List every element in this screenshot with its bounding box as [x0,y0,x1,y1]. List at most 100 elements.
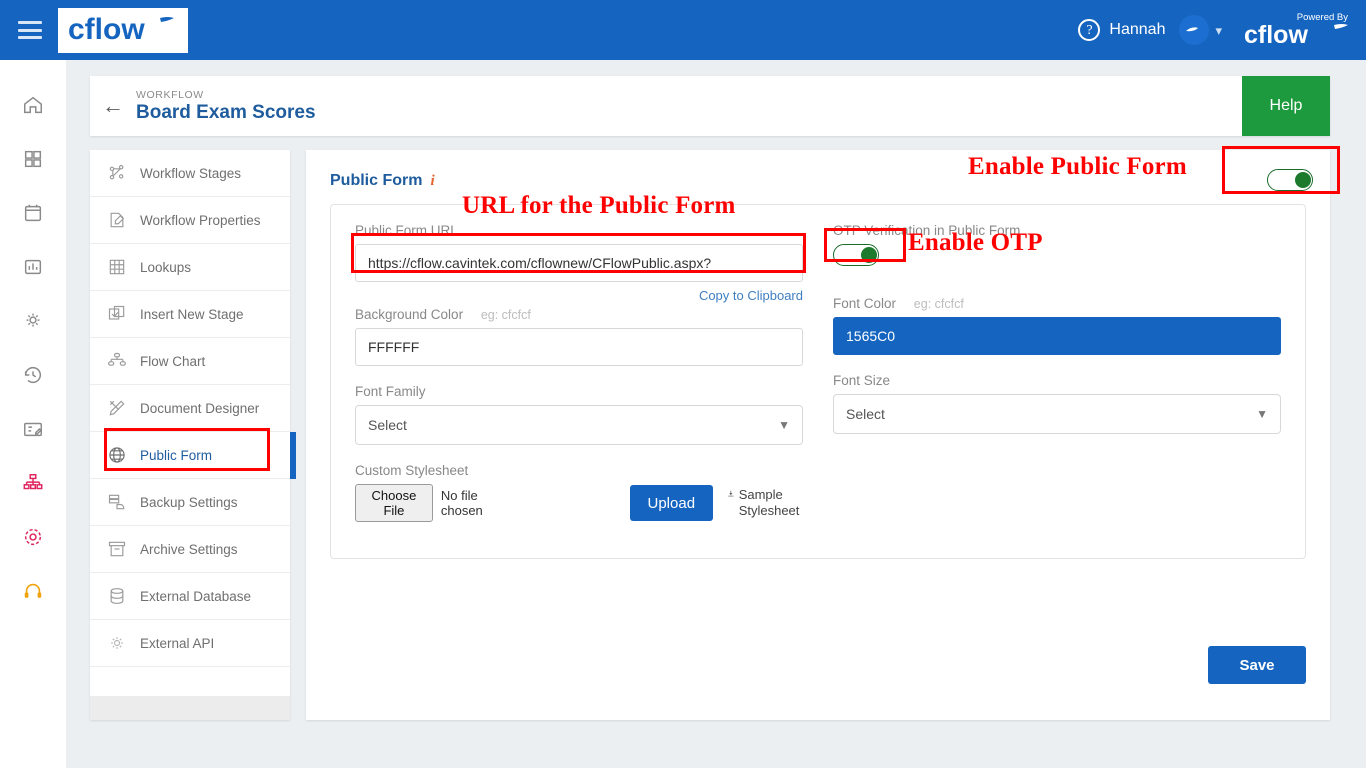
sidebar-item-external-database[interactable]: External Database [90,573,290,620]
backup-settings-icon [106,492,128,512]
sidebar-item-label: Lookups [140,259,192,275]
font-size-group: Font Size Select ▼ [833,373,1281,434]
sidebar-item-workflow-properties[interactable]: Workflow Properties [90,197,290,244]
gear-settings-icon [26,313,40,327]
content-row: Workflow Stages Workflow Properties Look… [90,150,1348,720]
hamburger-icon[interactable] [18,21,42,39]
help-circle-icon[interactable]: ? [1078,19,1101,41]
font-color-input[interactable] [833,317,1281,355]
rail-item-forms[interactable] [11,402,55,456]
rail-item-history[interactable] [11,348,55,402]
cflow-logo-mark: cflow [68,13,174,46]
cflow-logo[interactable]: cflow [58,7,188,53]
sidebar-item-label: External API [140,635,215,651]
sidebar-item-workflow-stages[interactable]: Workflow Stages [90,150,290,197]
sidebar-item-label: Document Designer [140,400,260,416]
help-button[interactable]: Help [1242,76,1330,136]
toggle-knob [1294,171,1311,188]
font-family-label: Font Family [355,384,426,399]
headset-support-icon [24,583,42,598]
sidebar-item-public-form[interactable]: Public Form [90,432,296,479]
no-file-chosen-label: No file chosen [440,488,483,518]
back-arrow-icon[interactable]: ← [90,95,136,117]
chevron-down-icon[interactable]: ▾ [1215,24,1222,37]
public-form-url-input[interactable] [355,244,803,282]
org-chart-icon [23,474,43,490]
custom-stylesheet-group: Custom Stylesheet Choose File No file ch… [355,463,803,522]
otp-verification-label: OTP Verification in Public Form [833,223,1021,238]
sidebar-item-external-api[interactable]: External API [90,620,290,667]
sidebar-item-lookups[interactable]: Lookups [90,244,290,291]
rail-item-target[interactable] [11,510,55,564]
avatar-icon [1181,17,1208,43]
sidebar-item-label: Flow Chart [140,353,206,369]
enable-public-form-toggle[interactable] [1267,169,1313,191]
workflow-header-card: ← WORKFLOW Board Exam Scores Help [90,76,1330,136]
rail-item-org-chart[interactable] [11,456,55,510]
active-accent-bar [290,432,296,479]
sidebar-item-document-designer[interactable]: Document Designer [90,385,290,432]
grid-apps-icon [24,150,42,168]
rail-item-support[interactable] [11,564,55,618]
sidebar-item-backup-settings[interactable]: Backup Settings [90,479,290,526]
public-form-url-label: Public Form URL [355,223,458,238]
font-family-select[interactable]: Select ▼ [355,405,803,445]
sidebar-item-label: Workflow Properties [140,212,261,228]
panel-title-group: Public Form i [330,172,1306,190]
panel-title: Public Form [330,172,423,189]
rail-item-apps[interactable] [11,132,55,186]
font-size-select[interactable]: Select ▼ [833,394,1281,434]
save-button[interactable]: Save [1208,646,1306,684]
toggle-knob [860,246,877,263]
sample-stylesheet-label: Sample Stylesheet [738,486,800,518]
font-color-label: Font Color [833,296,897,311]
font-color-hint: eg: cfcfcf [913,297,964,311]
page-title: Board Exam Scores [136,101,316,123]
sidebar-item-flow-chart[interactable]: Flow Chart [90,338,290,385]
background-color-label: Background Color [355,307,464,322]
sample-stylesheet-link[interactable]: Sample Stylesheet [727,487,803,520]
lookups-grid-icon [106,257,128,277]
sidebar-item-label: Workflow Stages [140,165,242,181]
globe-icon [106,445,128,465]
rail-item-calendar[interactable] [11,186,55,240]
header-right-group: ? Hannah ▾ Powered By cflow [1078,13,1366,47]
target-icon [24,528,42,546]
svg-text:cflow: cflow [1244,21,1308,47]
rail-item-home[interactable] [11,78,55,132]
background-color-input[interactable] [355,328,803,366]
sidebar-item-label: Archive Settings [140,541,238,557]
sidebar-item-archive-settings[interactable]: Archive Settings [90,526,290,573]
chevron-down-icon: ▼ [778,418,790,432]
document-designer-icon [106,398,128,418]
file-upload-row: Choose File No file chosen Upload Sample… [355,484,803,522]
sidebar-item-label: Insert New Stage [140,306,244,322]
calendar-icon [24,204,42,222]
workflow-stages-icon [106,163,128,183]
upload-button[interactable]: Upload [629,485,713,521]
avatar[interactable] [1179,15,1210,45]
font-family-value: Select [368,417,407,433]
sidebar-item-label: External Database [140,588,252,604]
sidebar-item-insert-new-stage[interactable]: Insert New Stage [90,291,290,338]
background-color-group: Background Color eg: cfcfcf [355,307,803,366]
background-color-label-row: Background Color eg: cfcfcf [355,307,803,322]
custom-stylesheet-label: Custom Stylesheet [355,463,469,478]
rail-item-settings[interactable] [11,294,55,348]
insert-new-stage-icon [106,304,128,324]
choose-file-button[interactable]: Choose File [355,484,433,522]
svg-text:cflow: cflow [68,13,145,46]
otp-verification-toggle[interactable] [833,244,879,266]
cflow-white-logo-icon: cflow [1244,21,1348,47]
rail-item-reports[interactable] [11,240,55,294]
workflow-kicker-label: WORKFLOW [136,88,204,101]
font-size-value: Select [846,406,885,422]
page-body: ← WORKFLOW Board Exam Scores Help Workfl… [66,60,1366,768]
bar-chart-icon [24,259,42,275]
nav-footer-strip [90,696,290,720]
info-icon[interactable]: i [430,173,434,190]
background-color-hint: eg: cfcfcf [480,308,531,322]
copy-to-clipboard-link[interactable]: Copy to Clipboard [355,288,803,303]
workflow-properties-icon [106,210,128,230]
flow-chart-icon [106,351,128,371]
